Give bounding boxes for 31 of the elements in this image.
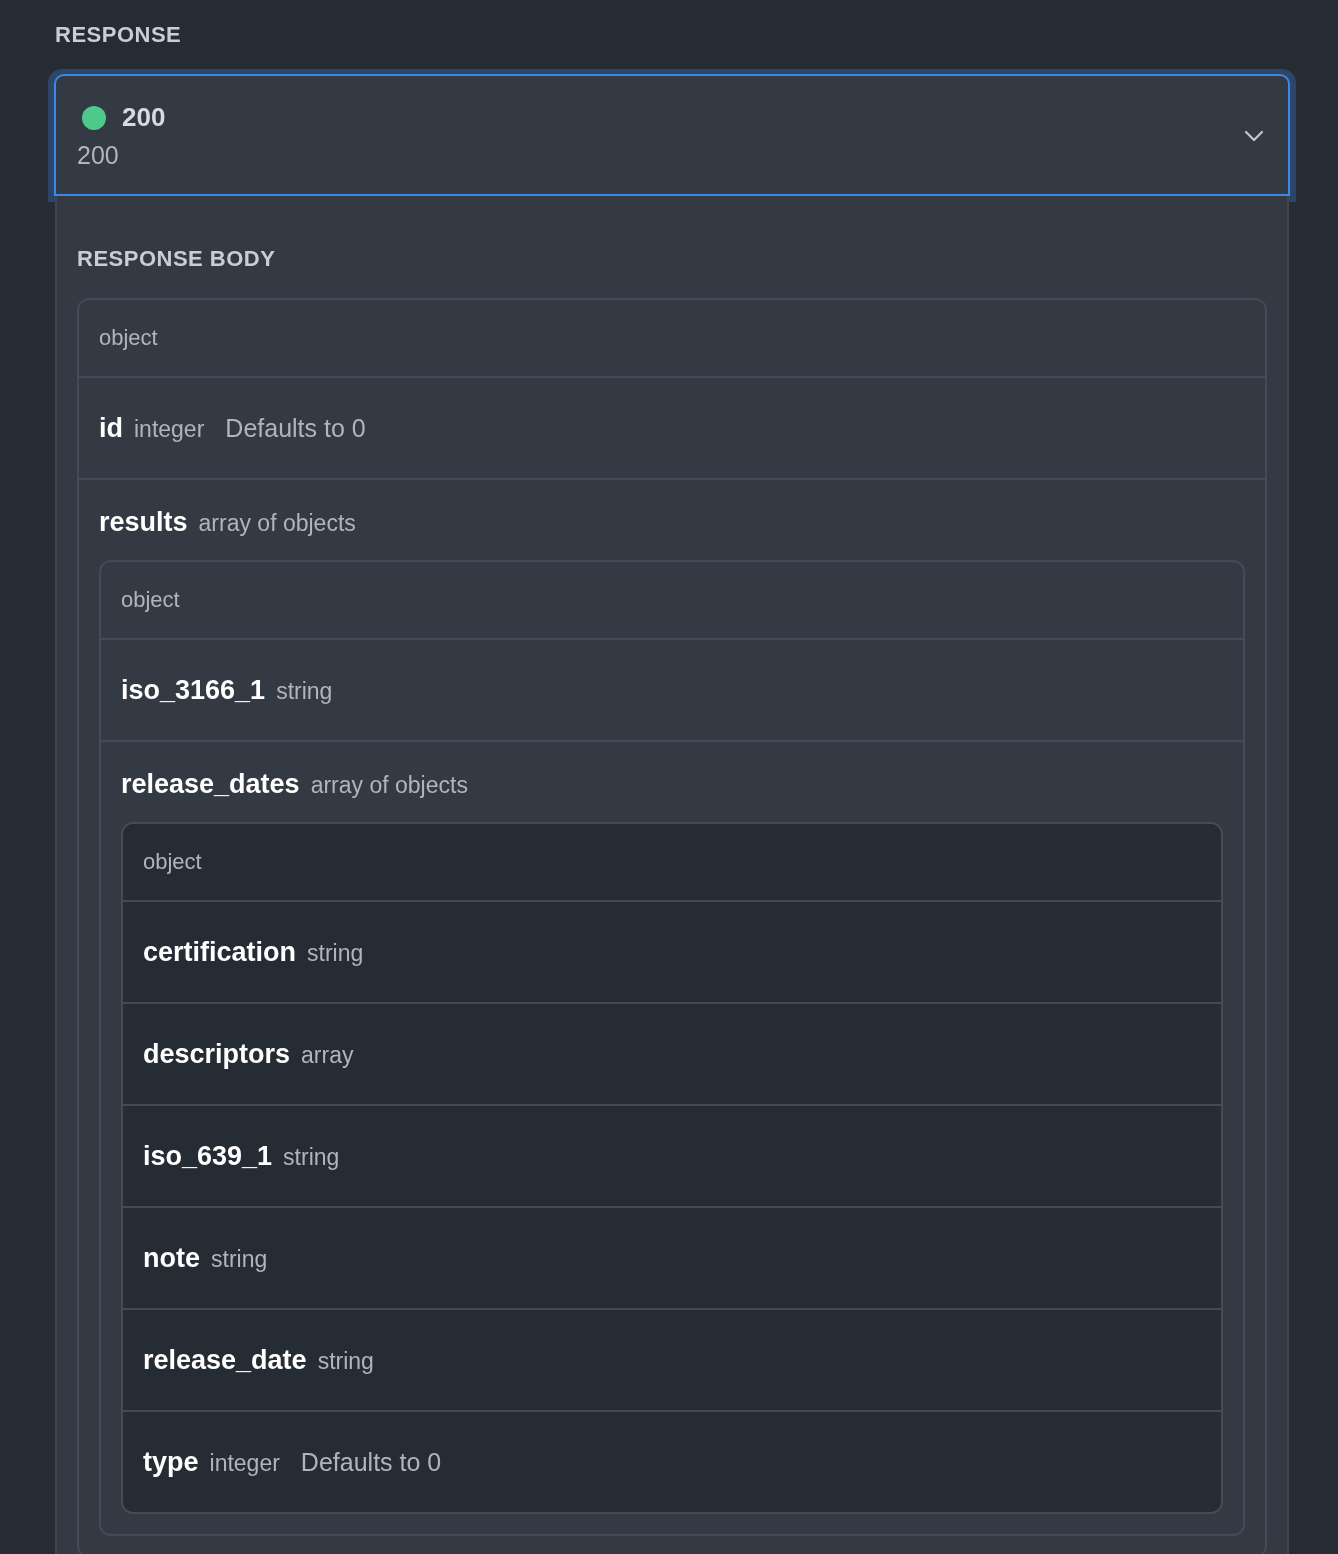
field-name: iso_3166_1 bbox=[121, 674, 266, 706]
section-title: RESPONSE bbox=[55, 21, 183, 49]
field-type: string bbox=[307, 939, 364, 968]
field-type: string bbox=[317, 1347, 374, 1376]
field-type: integer bbox=[134, 415, 205, 444]
field-name: release_dates bbox=[121, 768, 300, 800]
field-type: string bbox=[283, 1143, 340, 1172]
type-label: object bbox=[143, 849, 202, 874]
type-label: object bbox=[99, 325, 158, 350]
field-name: type bbox=[143, 1446, 199, 1478]
status-description: 200 bbox=[77, 141, 120, 170]
field-name: id bbox=[99, 412, 123, 444]
field-name: certification bbox=[143, 936, 297, 968]
field-type: array of objects bbox=[198, 509, 356, 538]
field-name: descriptors bbox=[143, 1038, 291, 1070]
response-dropdown[interactable]: 200 200 bbox=[54, 74, 1290, 196]
field-type: string bbox=[211, 1245, 268, 1274]
field-type: array bbox=[301, 1041, 354, 1070]
field-default: Defaults to 0 bbox=[300, 1447, 442, 1478]
field-type: array of objects bbox=[310, 771, 468, 800]
field-type: integer bbox=[209, 1449, 280, 1478]
chevron-down-icon bbox=[1244, 130, 1264, 142]
field-name: iso_639_1 bbox=[143, 1140, 273, 1172]
body-title: RESPONSE BODY bbox=[77, 246, 277, 272]
field-name: release_date bbox=[143, 1344, 307, 1376]
status-code: 200 bbox=[122, 102, 166, 133]
field-name: results bbox=[99, 506, 188, 538]
type-label: object bbox=[121, 587, 180, 612]
field-default: Defaults to 0 bbox=[225, 413, 366, 444]
field-type: string bbox=[276, 677, 333, 706]
field-name: note bbox=[143, 1242, 200, 1274]
